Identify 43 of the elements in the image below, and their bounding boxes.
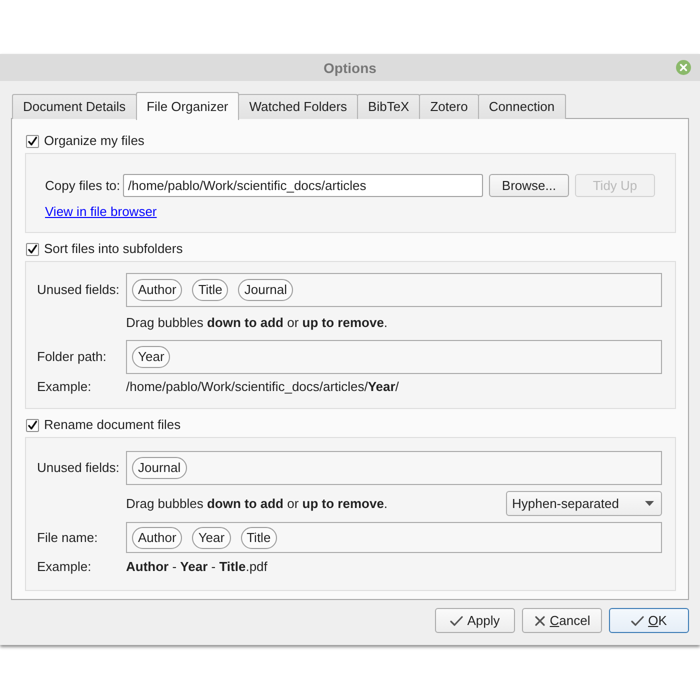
- tab[interactable]: Connection: [478, 94, 566, 119]
- field-label: File name:: [37, 530, 99, 546]
- field-label: Folder path:: [37, 349, 108, 365]
- checkbox[interactable]: [26, 134, 39, 148]
- field-bubble[interactable]: Year: [192, 526, 231, 548]
- tab[interactable]: Watched Folders: [238, 94, 358, 119]
- field-bubble[interactable]: Author: [132, 279, 182, 301]
- tab[interactable]: File Organizer: [136, 92, 240, 120]
- browse-button[interactable]: Browse...: [489, 174, 569, 197]
- example-path: /home/pablo/Work/scientific_docs/articles/Year/: [126, 379, 399, 395]
- checkbox-label: Sort files into subfolders: [44, 241, 183, 257]
- field-bubble[interactable]: Title: [192, 279, 228, 301]
- tab[interactable]: Zotero: [419, 94, 479, 119]
- field-bubble[interactable]: Author: [132, 526, 182, 548]
- cancel-button[interactable]: Cancel: [522, 608, 602, 633]
- field-bubble[interactable]: Title: [240, 526, 277, 548]
- checkbox[interactable]: [26, 242, 39, 256]
- example-filename: Author - Year - Title.pdf: [126, 559, 268, 575]
- checkbox-label: Rename document files: [44, 417, 181, 433]
- check-icon: [450, 614, 464, 626]
- field-label: Example:: [37, 559, 92, 575]
- path-input[interactable]: /home/pablo/Work/scientific_docs/articles: [123, 174, 483, 197]
- field-bubble[interactable]: Journal: [132, 457, 187, 479]
- field-label: Unused fields:: [37, 282, 120, 298]
- field-label: Copy files to:: [45, 178, 122, 194]
- field-bubble[interactable]: Journal: [238, 279, 294, 301]
- checkbox-label: Organize my files: [44, 133, 144, 149]
- separator-dropdown[interactable]: Hyphen-separated: [506, 491, 662, 516]
- field-label: Example:: [37, 379, 92, 395]
- cross-icon: [534, 614, 546, 626]
- hint-text: Drag bubbles down to add or up to remove.: [126, 315, 388, 331]
- checkbox[interactable]: [26, 418, 39, 432]
- tab[interactable]: Document Details: [12, 94, 137, 119]
- field-bubble[interactable]: Year: [132, 346, 170, 368]
- apply-button[interactable]: Apply: [435, 608, 515, 633]
- hint-text: Drag bubbles down to add or up to remove.: [126, 496, 388, 512]
- tab[interactable]: BibTeX: [357, 94, 420, 119]
- ok-button[interactable]: OK: [609, 608, 689, 633]
- caret-icon: [645, 501, 654, 506]
- field-label: Unused fields:: [37, 460, 120, 476]
- file-browser-link[interactable]: View in file browser: [45, 204, 157, 220]
- check-icon: [631, 614, 644, 626]
- window-title: Options: [322, 60, 378, 76]
